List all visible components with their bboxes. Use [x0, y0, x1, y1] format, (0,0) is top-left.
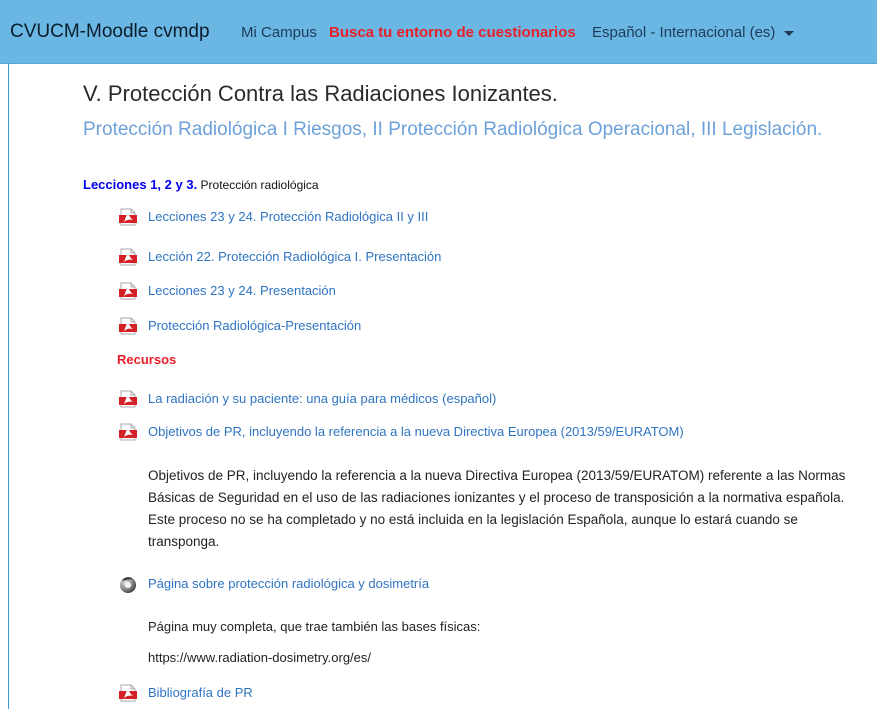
recursos-heading: Recursos [117, 352, 177, 367]
activity-link[interactable]: Lección 22. Protección Radiológica I. Pr… [148, 249, 441, 264]
pdf-icon [119, 248, 137, 266]
pdf-icon [119, 684, 137, 702]
lecciones-heading: Lecciones 1, 2 y 3. Protección radiológi… [83, 177, 319, 192]
section-summary: Protección Radiológica I Riesgos, II Pro… [83, 119, 823, 140]
pdf-icon [119, 423, 137, 441]
language-label: Español - Internacional (es) [592, 24, 776, 41]
nav-busca-cuestionarios[interactable]: Busca tu entorno de cuestionarios [329, 24, 576, 41]
activity-link[interactable]: Bibliografía de PR [148, 685, 253, 700]
section-title: V. Protección Contra las Radiaciones Ion… [83, 81, 558, 106]
activity-link[interactable]: Protección Radiológica-Presentación [148, 318, 361, 333]
lecciones-strong: Lecciones 1, 2 y 3. [83, 177, 198, 192]
activity-link[interactable]: Objetivos de PR, incluyendo la referenci… [148, 424, 684, 439]
language-menu[interactable]: Español - Internacional (es) [592, 24, 795, 41]
activity-link[interactable]: Página sobre protección radiológica y do… [148, 576, 429, 591]
activity-link[interactable]: Lecciones 23 y 24. Presentación [148, 283, 336, 298]
site-brand[interactable]: CVUCM-Moodle cvmdp [10, 21, 210, 43]
url-icon [120, 577, 136, 593]
chevron-down-icon [784, 30, 795, 36]
pdf-icon [119, 282, 137, 300]
pdf-icon [119, 317, 137, 335]
pdf-icon [119, 390, 137, 408]
activity-link[interactable]: La radiación y su paciente: una guía par… [148, 391, 496, 406]
section-left-border [8, 63, 9, 709]
lecciones-rest: Protección radiológica [197, 178, 319, 192]
nav-mi-campus[interactable]: Mi Campus [241, 24, 317, 41]
top-navbar: CVUCM-Moodle cvmdp Mi Campus Busca tu en… [0, 0, 877, 64]
pdf-icon [119, 208, 137, 226]
activity-description-line: Página muy completa, que trae también la… [148, 619, 481, 634]
activity-description: Objetivos de PR, incluyendo la referenci… [148, 468, 846, 549]
activity-link[interactable]: Lecciones 23 y 24. Protección Radiológic… [148, 209, 428, 224]
activity-description-url: https://www.radiation-dosimetry.org/es/ [148, 650, 372, 665]
